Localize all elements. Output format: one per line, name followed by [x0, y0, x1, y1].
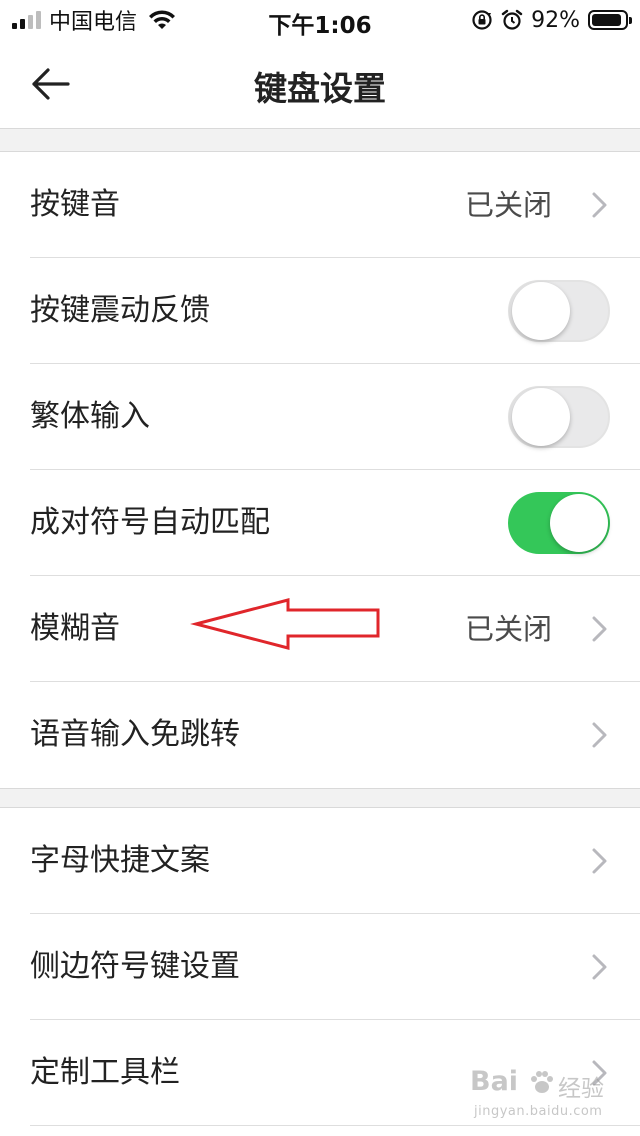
- setting-label: 模糊音: [30, 611, 120, 646]
- setting-label: 语音输入免跳转: [30, 717, 240, 752]
- chevron-right-icon: [592, 722, 607, 748]
- watermark-sub: 经验: [558, 1076, 604, 1102]
- annotation-arrow-icon: [190, 598, 380, 650]
- section-separator: [0, 128, 640, 152]
- toggle-knob: [512, 282, 570, 340]
- paw-icon: [531, 1071, 553, 1093]
- navigation-bar: 键盘设置: [0, 40, 640, 128]
- setting-row-letter-shortcuts[interactable]: 字母快捷文案: [0, 808, 640, 914]
- setting-label: 按键震动反馈: [30, 293, 210, 328]
- chevron-right-icon: [592, 192, 607, 218]
- alarm-icon: [501, 9, 523, 30]
- status-bar-right: 92%: [471, 6, 632, 34]
- battery-icon: [588, 10, 632, 30]
- setting-row-traditional-input: 繁体输入: [0, 364, 640, 470]
- setting-label: 字母快捷文案: [30, 843, 210, 878]
- chevron-right-icon: [592, 848, 607, 874]
- setting-row-voice-input[interactable]: 语音输入免跳转: [0, 682, 640, 788]
- toggle-knob: [550, 494, 608, 552]
- setting-row-key-vibration: 按键震动反馈: [0, 258, 640, 364]
- baidu-jingyan-watermark: Bai 经验 jingyan.baidu.com: [470, 1062, 610, 1128]
- paired-symbols-toggle[interactable]: [508, 492, 610, 554]
- page-title: 键盘设置: [254, 69, 386, 108]
- setting-row-side-symbol-keys[interactable]: 侧边符号键设置: [0, 914, 640, 1020]
- traditional-input-toggle[interactable]: [508, 386, 610, 448]
- setting-value: 已关闭: [464, 612, 552, 646]
- battery-fill: [592, 14, 622, 26]
- orientation-lock-icon: [472, 10, 492, 30]
- toggle-knob: [512, 388, 570, 446]
- setting-label: 侧边符号键设置: [30, 949, 240, 984]
- setting-label: 成对符号自动匹配: [30, 505, 270, 540]
- setting-row-paired-symbols: 成对符号自动匹配: [0, 470, 640, 576]
- setting-row-key-sound[interactable]: 按键音 已关闭: [0, 152, 640, 258]
- section-separator: [0, 788, 640, 808]
- watermark-url: jingyan.baidu.com: [474, 1104, 603, 1119]
- battery-percentage: 92%: [531, 7, 580, 33]
- setting-value: 已关闭: [464, 188, 552, 222]
- setting-label: 按键音: [30, 187, 120, 222]
- status-bar: 中国电信 下午1:06 92%: [0, 0, 640, 40]
- chevron-right-icon: [592, 954, 607, 980]
- setting-label: 繁体输入: [30, 399, 150, 434]
- chevron-right-icon: [592, 616, 607, 642]
- setting-label: 定制工具栏: [30, 1055, 180, 1090]
- settings-group-keyboard: 按键音 已关闭 按键震动反馈 繁体输入 成对符号自动匹配 模糊音 已关闭 语音输…: [0, 152, 640, 788]
- key-vibration-toggle[interactable]: [508, 280, 610, 342]
- watermark-brand: Bai: [470, 1066, 519, 1097]
